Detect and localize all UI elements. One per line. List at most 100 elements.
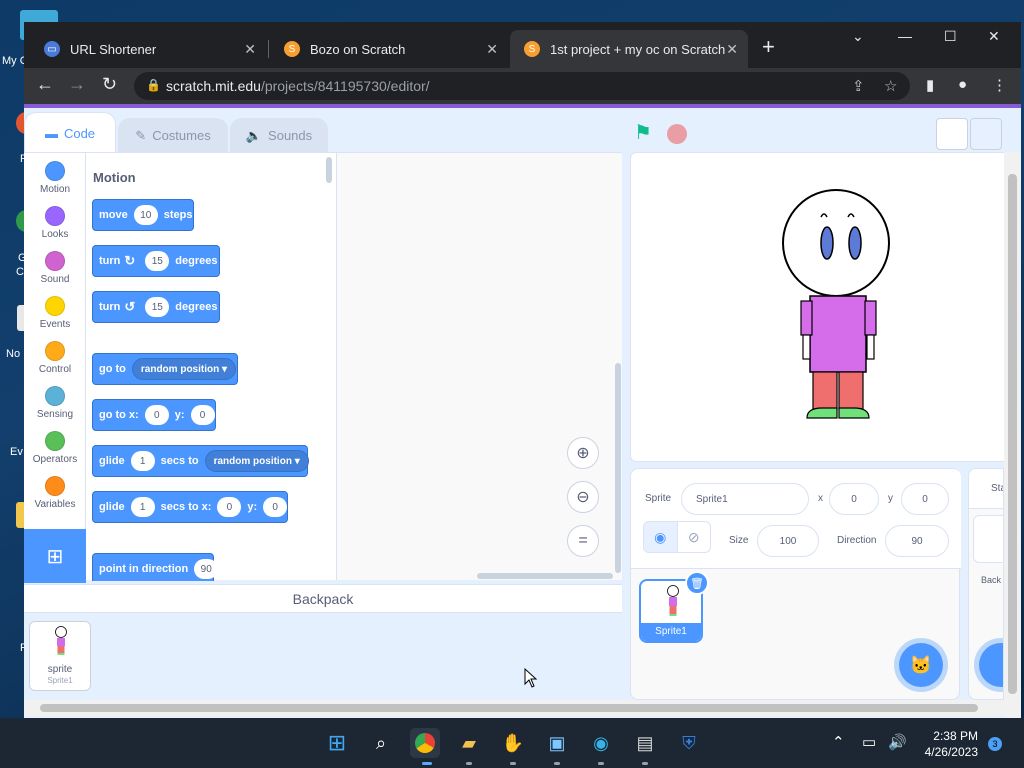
app-window-icon[interactable]: ▤ bbox=[630, 728, 660, 758]
address-bar[interactable]: 🔒 scratch.mit.edu/projects/841195730/edi… bbox=[134, 72, 910, 100]
category-sensing[interactable]: Sensing bbox=[24, 386, 86, 420]
edge-icon[interactable]: ◉ bbox=[586, 728, 616, 758]
tab-costumes[interactable]: ✎ Costumes bbox=[118, 118, 228, 152]
page-horizontal-scrollbar[interactable] bbox=[24, 700, 1004, 716]
block-glide-xy[interactable]: glide 1 secs to x: 0 y: 0 bbox=[92, 491, 288, 523]
backpack-header[interactable]: Backpack bbox=[24, 585, 622, 613]
workspace-vertical-scrollbar[interactable] bbox=[615, 363, 621, 573]
category-sound[interactable]: Sound bbox=[24, 251, 86, 285]
block-glide-to[interactable]: glide 1 secs to random position ▾ bbox=[92, 445, 309, 477]
share-icon[interactable]: ⇪ bbox=[852, 77, 865, 95]
green-flag-icon[interactable]: ⚑ bbox=[634, 120, 652, 145]
category-looks[interactable]: Looks bbox=[24, 206, 86, 240]
code-workspace[interactable]: ⊕ ⊖ = bbox=[336, 152, 622, 580]
reload-icon[interactable]: ↻ bbox=[102, 74, 117, 95]
block-input[interactable]: 0 bbox=[144, 405, 169, 425]
block-input[interactable]: 15 bbox=[145, 297, 170, 317]
block-input[interactable]: 10 bbox=[133, 205, 158, 225]
close-tab-icon[interactable]: ✕ bbox=[244, 41, 256, 58]
stop-icon[interactable] bbox=[667, 124, 687, 144]
block-turn-right[interactable]: turn ↻ 15 degrees bbox=[92, 245, 220, 277]
block-input[interactable]: 0 bbox=[217, 497, 242, 517]
tab-bozo-on-scratch[interactable]: S Bozo on Scratch ✕ bbox=[270, 30, 508, 68]
network-icon[interactable]: ▭ bbox=[862, 733, 876, 751]
close-tab-icon[interactable]: ✕ bbox=[486, 41, 498, 58]
backpack-item[interactable]: sprite Sprite1 bbox=[29, 621, 91, 691]
hide-eye-icon[interactable]: ⊘ bbox=[678, 522, 711, 552]
direction-input[interactable]: 90 bbox=[885, 525, 949, 557]
block-input[interactable]: 0 bbox=[190, 405, 215, 425]
category-operators[interactable]: Operators bbox=[24, 431, 86, 465]
y-input[interactable]: 0 bbox=[901, 483, 949, 515]
close-tab-icon[interactable]: ✕ bbox=[726, 41, 738, 58]
size-input[interactable]: 100 bbox=[757, 525, 819, 557]
tab-sounds[interactable]: 🔈 Sounds bbox=[230, 118, 328, 152]
block-turn-left[interactable]: turn ↺ 15 degrees bbox=[92, 291, 220, 323]
scrollbar-thumb[interactable] bbox=[40, 704, 978, 712]
maximize-icon[interactable]: ☐ bbox=[944, 28, 957, 45]
tray-chevron-up-icon[interactable]: ⌃ bbox=[832, 733, 845, 751]
control-panel-icon[interactable]: ▣ bbox=[542, 728, 572, 758]
stage-thumbnail[interactable] bbox=[973, 515, 1003, 563]
block-input[interactable]: 90 bbox=[194, 559, 219, 579]
tab-search-chevron-icon[interactable]: ⌄ bbox=[852, 28, 864, 45]
workspace-horizontal-scrollbar[interactable] bbox=[477, 573, 613, 579]
choose-sprite-cat-icon[interactable]: 🐱 bbox=[899, 643, 943, 687]
chrome-taskbar-icon[interactable] bbox=[410, 728, 440, 758]
stage[interactable] bbox=[630, 152, 1010, 462]
category-label: Looks bbox=[41, 229, 69, 240]
volume-icon[interactable]: 🔊 bbox=[888, 733, 907, 751]
palette-scrollbar[interactable] bbox=[326, 157, 332, 183]
block-input[interactable]: 1 bbox=[130, 497, 155, 517]
category-events[interactable]: Events bbox=[24, 296, 86, 330]
block-input[interactable]: 0 bbox=[263, 497, 288, 517]
looks-dot-icon bbox=[45, 206, 65, 226]
page-vertical-scrollbar[interactable] bbox=[1004, 152, 1021, 718]
tab-title: URL Shortener bbox=[70, 41, 157, 57]
tab-url-shortener[interactable]: ▭ URL Shortener ✕ bbox=[30, 30, 266, 68]
tab-1st-project[interactable]: S 1st project + my oc on Scratch ✕ bbox=[510, 30, 748, 68]
category-control[interactable]: Control bbox=[24, 341, 86, 375]
file-explorer-folder-icon[interactable]: ▰ bbox=[454, 728, 484, 758]
security-shield-icon[interactable]: ⛨ bbox=[674, 728, 704, 758]
zoom-in-icon[interactable]: ⊕ bbox=[567, 437, 599, 469]
block-go-to[interactable]: go to random position ▾ bbox=[92, 353, 238, 385]
x-input[interactable]: 0 bbox=[829, 483, 879, 515]
delete-sprite-trash-icon[interactable]: 🗑 bbox=[685, 571, 709, 595]
notification-badge[interactable]: 3 bbox=[988, 737, 1002, 751]
block-input[interactable]: 15 bbox=[145, 251, 170, 271]
show-eye-icon[interactable]: ◉ bbox=[644, 522, 678, 552]
start-windows-icon[interactable]: ⊞ bbox=[322, 728, 352, 758]
bookmark-star-icon[interactable]: ☆ bbox=[884, 77, 897, 95]
block-dropdown[interactable]: random position ▾ bbox=[204, 450, 309, 472]
choose-backdrop-icon[interactable] bbox=[979, 643, 1003, 687]
sprite-name-input[interactable]: Sprite1 bbox=[681, 483, 809, 515]
search-icon[interactable]: ⌕ bbox=[366, 728, 396, 758]
side-panel-icon[interactable]: ▮ bbox=[926, 76, 934, 94]
new-tab-plus-icon[interactable]: + bbox=[762, 34, 775, 60]
visibility-toggle[interactable]: ◉ ⊘ bbox=[643, 521, 711, 553]
zoom-out-icon[interactable]: ⊖ bbox=[567, 481, 599, 513]
back-arrow-icon[interactable]: ← bbox=[36, 74, 54, 95]
minimize-icon[interactable]: — bbox=[898, 28, 912, 44]
clock[interactable]: 2:38 PM 4/26/2023 bbox=[920, 728, 978, 760]
normal-stage-button[interactable] bbox=[970, 118, 1002, 150]
block-point-in-direction[interactable]: point in direction 90 bbox=[92, 553, 219, 581]
add-extension-button[interactable]: ⊞ bbox=[24, 529, 86, 583]
zoom-reset-icon[interactable]: = bbox=[567, 525, 599, 557]
category-motion[interactable]: Motion bbox=[24, 161, 86, 195]
sprite-character[interactable] bbox=[631, 153, 1010, 462]
block-go-to-xy[interactable]: go to x: 0 y: 0 bbox=[92, 399, 216, 431]
forward-arrow-icon[interactable]: → bbox=[68, 74, 86, 95]
category-variables[interactable]: Variables bbox=[24, 476, 86, 510]
small-stage-button[interactable] bbox=[936, 118, 968, 150]
block-move-steps[interactable]: move 10 steps bbox=[92, 199, 194, 231]
close-window-icon[interactable]: ✕ bbox=[988, 28, 1000, 45]
app-hand-icon[interactable]: ✋ bbox=[498, 728, 528, 758]
scrollbar-thumb[interactable] bbox=[1008, 174, 1017, 694]
profile-icon[interactable]: ● bbox=[958, 76, 967, 93]
block-dropdown[interactable]: random position ▾ bbox=[131, 358, 237, 380]
menu-kebab-icon[interactable]: ⋮ bbox=[992, 76, 1007, 94]
tab-code[interactable]: ▬ Code bbox=[24, 112, 116, 154]
block-input[interactable]: 1 bbox=[130, 451, 155, 471]
